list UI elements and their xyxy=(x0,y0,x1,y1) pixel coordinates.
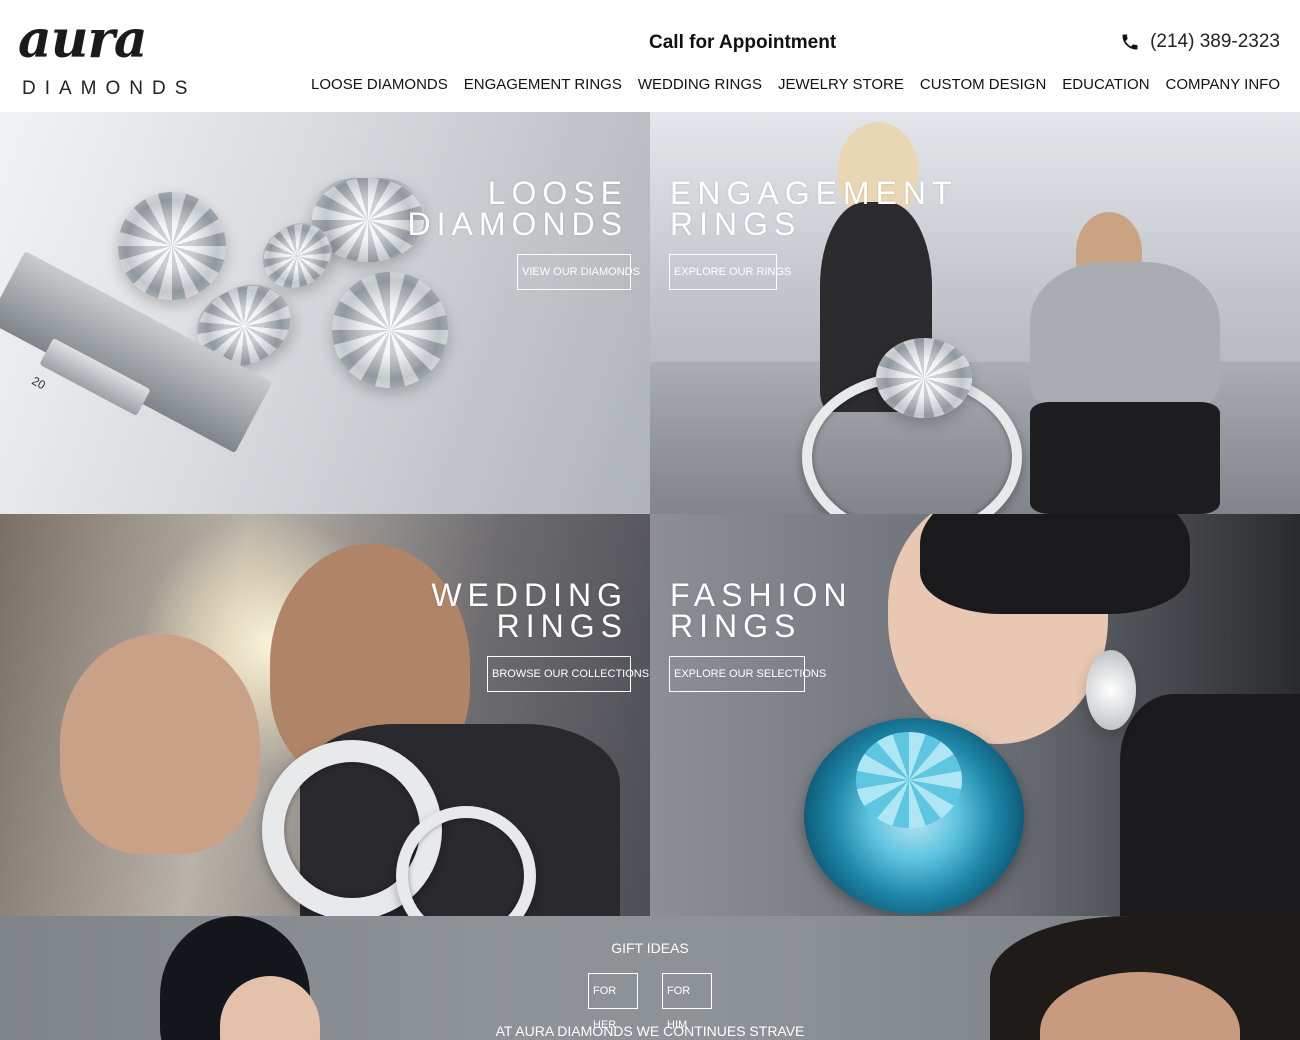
for-him-button[interactable]: FOR HIM xyxy=(662,973,712,1031)
topaz-stone xyxy=(856,732,962,828)
phone-number: (214) 389-2323 xyxy=(1150,31,1280,52)
diamond-image xyxy=(332,272,448,388)
nav-item-loose-diamonds[interactable]: LOOSE DIAMONDS xyxy=(311,76,448,93)
gift-ideas-title: GIFT IDEAS xyxy=(611,940,689,956)
aura-diamonds-logo[interactable]: aura DIAMONDS xyxy=(18,14,233,102)
site-header: aura DIAMONDS Call for Appointment (214)… xyxy=(0,0,1300,112)
nav-item-engagement-rings[interactable]: ENGAGEMENT RINGS xyxy=(464,76,622,93)
phone-icon xyxy=(1122,34,1138,50)
nav-item-wedding-rings[interactable]: WEDDING RINGS xyxy=(638,76,762,93)
diamond-image xyxy=(118,192,226,300)
for-her-button[interactable]: FOR HER xyxy=(588,973,638,1031)
about-text: AT AURA DIAMONDS WE CONTINUES STRAVE xyxy=(495,1023,805,1039)
tile-title: LOOSE DIAMONDS xyxy=(407,175,628,242)
tile-fashion-rings[interactable]: FASHION RINGS EXPLORE OUR SELECTIONS xyxy=(650,514,1300,916)
logo-sub: DIAMONDS xyxy=(22,78,197,99)
nav-item-company-info[interactable]: COMPANY INFO xyxy=(1166,76,1280,93)
nav-item-custom-design[interactable]: CUSTOM DESIGN xyxy=(920,76,1046,93)
nav-item-jewelry-store[interactable]: JEWELRY STORE xyxy=(778,76,904,93)
call-for-appointment[interactable]: Call for Appointment xyxy=(649,32,836,54)
view-our-diamonds-button[interactable]: VIEW OUR DIAMONDS xyxy=(517,254,640,290)
browse-our-collections-button[interactable]: BROWSE OUR COLLECTIONS xyxy=(487,656,649,692)
tile-title: WEDDING RINGS xyxy=(431,577,628,644)
gift-ideas-section: GIFT IDEAS FOR HER FOR HIM AT AURA DIAMO… xyxy=(0,916,1300,1040)
tile-engagement-rings[interactable]: ENGAGEMENT RINGS EXPLORE OUR RINGS xyxy=(650,112,1300,514)
explore-our-selections-button[interactable]: EXPLORE OUR SELECTIONS xyxy=(669,656,826,692)
tile-wedding-rings[interactable]: WEDDING RINGS BROWSE OUR COLLECTIONS xyxy=(0,514,650,916)
tile-loose-diamonds[interactable]: 20 LOOSE DIAMONDS VIEW OUR DIAMONDS xyxy=(0,112,650,514)
nav-item-education[interactable]: EDUCATION xyxy=(1062,76,1149,93)
main-nav: LOOSE DIAMONDS ENGAGEMENT RINGS WEDDING … xyxy=(311,76,1280,93)
explore-our-rings-button[interactable]: EXPLORE OUR RINGS xyxy=(669,254,791,290)
tile-title: FASHION RINGS xyxy=(670,577,853,644)
tile-title: ENGAGEMENT RINGS xyxy=(670,175,958,242)
logo-script: aura xyxy=(18,9,148,70)
earring-image xyxy=(1086,650,1136,730)
model-dress xyxy=(1120,694,1300,916)
caliper-mark: 20 xyxy=(29,373,48,393)
phone-link[interactable]: (214) 389-2323 xyxy=(1120,31,1280,53)
man-trousers xyxy=(1030,402,1220,514)
man-sweater xyxy=(1030,262,1220,412)
model-hair xyxy=(920,514,1190,614)
bride-image xyxy=(60,634,260,854)
ring-diamond xyxy=(876,338,972,418)
